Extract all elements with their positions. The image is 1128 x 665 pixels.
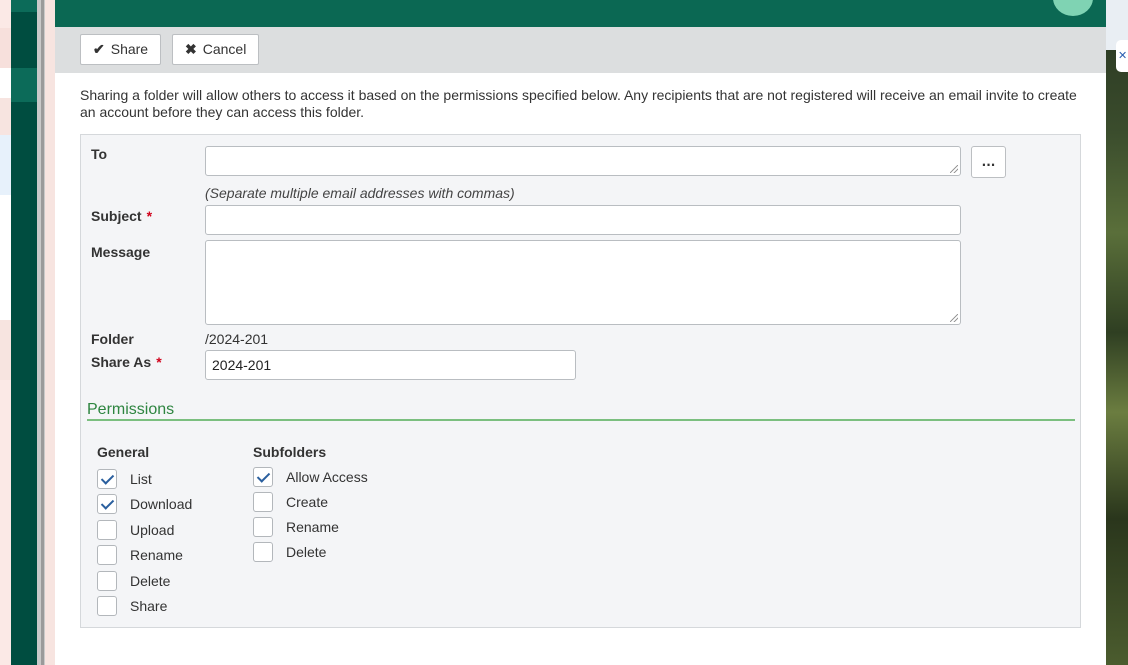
close-icon[interactable]: ✕ [1116,40,1128,72]
background-app [0,0,45,665]
subfolders-checkbox-row[interactable]: Rename [253,516,339,538]
subfolders-checkbox-label[interactable]: Rename [286,519,339,535]
subject-label: Subject * [91,208,152,224]
subfolders-checkbox[interactable] [253,492,273,512]
general-title: General [97,444,150,460]
general-checkbox-row[interactable]: Delete [97,570,170,592]
general-checkbox-row[interactable]: Rename [97,544,183,566]
share-button-label: Share [110,41,149,57]
subfolders-checkbox-label[interactable]: Allow Access [286,469,368,485]
general-checkbox[interactable] [97,494,117,515]
required-marker: * [146,208,153,224]
intro-text: Sharing a folder will allow others to ac… [80,87,1077,120]
share-as-field[interactable]: 2024-201 [205,350,576,380]
share-button[interactable]: ✔ Share [80,34,162,65]
subfolders-checkbox-label[interactable]: Create [286,494,328,510]
subfolders-title: Subfolders [253,444,327,460]
general-checkbox[interactable] [97,519,117,540]
general-checkbox[interactable] [97,469,117,489]
share-as-label: Share As * [91,354,162,370]
subfolders-checkbox-row[interactable]: Allow Access [253,466,368,488]
permissions-title: Permissions [87,401,175,418]
general-checkbox-row[interactable]: List [97,468,152,490]
to-label: To [91,146,108,162]
subject-label-text: Subject [91,208,142,224]
subject-field[interactable] [205,205,961,235]
subfolders-checkbox-label[interactable]: Delete [286,544,326,560]
general-checkbox-row[interactable]: Share [97,595,167,617]
folder-value: /2024-201 [205,331,269,347]
share-folder-dialog: ✔ Share ✖ Cancel Sharing a folder will all… [55,0,1106,665]
address-book-button[interactable]: ... [971,146,1006,178]
general-checkbox[interactable] [97,596,117,616]
folder-label: Folder [91,331,134,347]
x-icon: ✖ [185,41,197,57]
general-checkbox-label[interactable]: Download [130,496,192,512]
cancel-button-label: Cancel [202,41,247,57]
general-checkbox-label[interactable]: Rename [130,547,183,563]
share-as-label-text: Share As [91,354,152,370]
general-checkbox-label[interactable]: Delete [130,573,170,589]
share-form: To ... (Separate multiple email addresse… [80,134,1081,628]
subfolders-checkbox-row[interactable]: Create [253,491,328,513]
permissions-divider [87,419,1075,421]
resize-grip-icon[interactable] [950,314,958,322]
subfolders-checkbox[interactable] [253,467,273,487]
to-hint: (Separate multiple email addresses with … [205,185,515,201]
message-label: Message [91,244,151,260]
general-checkbox-label[interactable]: List [130,471,152,487]
to-field[interactable] [205,146,961,176]
general-checkbox-label[interactable]: Share [130,598,167,614]
subfolders-checkbox[interactable] [253,517,273,537]
share-as-field-value: 2024-201 [212,357,272,373]
check-icon: ✔ [93,41,105,57]
subfolders-checkbox-row[interactable]: Delete [253,541,326,563]
required-marker: * [156,354,162,370]
dialog-header [55,0,1106,27]
general-checkbox[interactable] [97,570,117,591]
resize-grip-icon[interactable] [950,165,958,173]
general-checkbox-row[interactable]: Download [97,493,192,515]
general-checkbox[interactable] [97,545,117,566]
cancel-button[interactable]: ✖ Cancel [172,34,260,65]
user-avatar[interactable] [1053,0,1093,16]
message-field[interactable] [205,240,961,325]
background-photo [1106,0,1128,665]
general-checkbox-label[interactable]: Upload [130,522,174,538]
general-checkbox-row[interactable]: Upload [97,519,174,541]
dialog-toolbar: ✔ Share ✖ Cancel [55,27,1106,73]
subfolders-checkbox[interactable] [253,542,273,562]
